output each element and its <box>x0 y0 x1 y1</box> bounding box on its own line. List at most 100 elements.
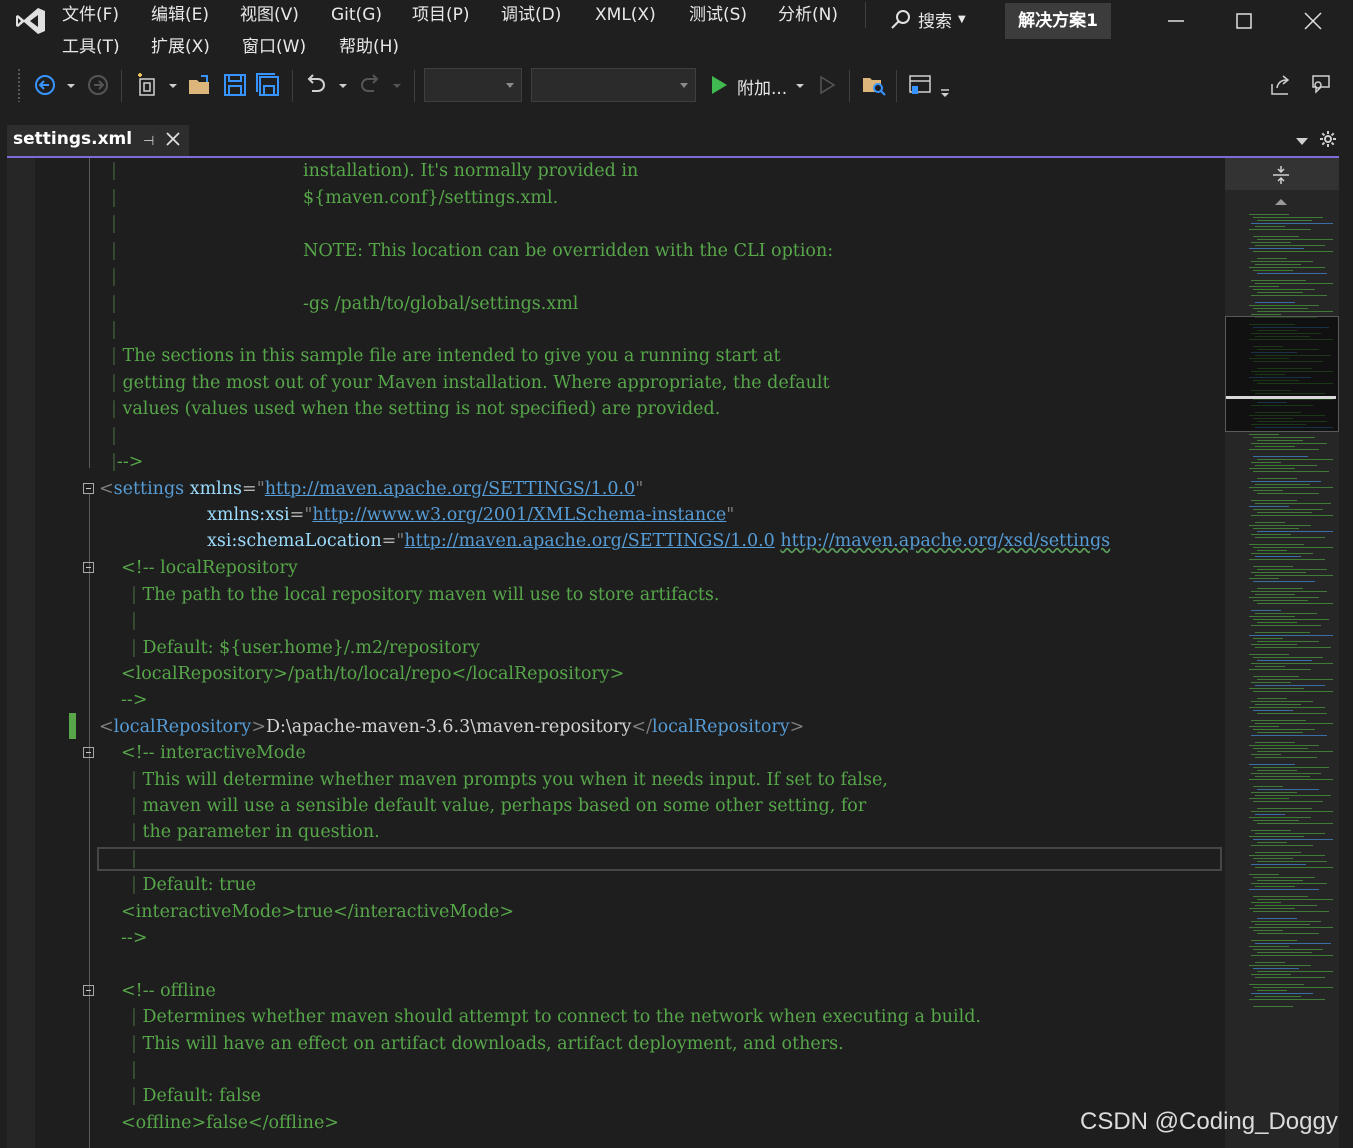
minimap-line <box>1257 842 1287 843</box>
code-editor[interactable]: | installation). It's normally provided … <box>7 158 1225 1148</box>
new-project-dropdown-icon[interactable] <box>166 70 180 100</box>
live-share-icon[interactable] <box>1268 70 1294 100</box>
change-marker <box>69 713 76 739</box>
tab-list-dropdown-icon[interactable] <box>1296 138 1308 145</box>
save-all-icon[interactable] <box>255 70 281 100</box>
code-line: | <box>111 158 117 184</box>
xml-attribute-value-link[interactable]: http://maven.apache.org/SETTINGS/1.0.0 <box>404 531 774 551</box>
maximize-icon[interactable] <box>1224 4 1264 38</box>
tab-settings-xml[interactable]: settings.xml ⊣ <box>7 125 189 156</box>
toolbar-overflow-icon[interactable] <box>938 70 952 100</box>
minimap-line <box>1255 996 1301 997</box>
undo-icon[interactable] <box>303 70 329 100</box>
window-layout-icon[interactable] <box>907 70 933 100</box>
minimap-line <box>1251 481 1321 482</box>
minimap-line <box>1251 940 1297 941</box>
minimap-line <box>1253 676 1299 677</box>
comment-text: installation). It's normally provided in <box>303 161 639 181</box>
xml-text-value: D:\apache-maven-3.6.3\maven-repository <box>265 717 632 737</box>
fold-toggle-offline[interactable] <box>83 985 94 996</box>
menu-edit[interactable]: 编辑(E) <box>151 2 240 28</box>
fold-toggle-local-repository[interactable] <box>83 562 94 573</box>
scroll-up-icon[interactable] <box>1272 196 1290 208</box>
open-file-icon[interactable] <box>187 70 213 100</box>
redo-icon[interactable] <box>357 70 383 100</box>
minimap-line <box>1253 217 1323 218</box>
undo-dropdown-icon[interactable] <box>336 70 350 100</box>
minimap-viewport[interactable] <box>1225 316 1339 432</box>
xml-attribute-value-link[interactable]: http://maven.apache.org/SETTINGS/1.0.0 <box>265 479 635 499</box>
fold-toggle-settings[interactable] <box>83 483 94 494</box>
menu-view[interactable]: 视图(V) <box>240 2 331 28</box>
menu-tools[interactable]: 工具(T) <box>62 34 151 60</box>
start-without-debugging-icon[interactable] <box>816 70 838 100</box>
menu-help[interactable]: 帮助(H) <box>339 34 428 60</box>
attach-run-label[interactable]: 附加... <box>737 74 787 99</box>
new-project-icon[interactable] <box>135 70 161 100</box>
menu-test[interactable]: 测试(S) <box>689 2 778 28</box>
navigate-back-icon[interactable] <box>33 70 57 100</box>
fold-toggle-interactive-mode[interactable] <box>83 747 94 758</box>
start-run-icon[interactable] <box>708 70 730 100</box>
solution-name-badge[interactable]: 解决方案1 <box>1005 3 1111 39</box>
close-tab-icon[interactable] <box>165 131 181 147</box>
search-box[interactable]: 搜索 ▼ <box>890 6 966 32</box>
minimap-line <box>1253 471 1329 472</box>
comment-text: NOTE: This location can be overridden wi… <box>303 241 834 261</box>
minimap-line <box>1255 685 1325 686</box>
pin-tab-icon[interactable]: ⊣ <box>143 134 154 149</box>
feedback-icon[interactable] <box>1307 70 1333 100</box>
search-dropdown-icon[interactable]: ▼ <box>958 14 966 25</box>
code-line: |--> <box>111 449 143 475</box>
toolbar-grip[interactable] <box>17 68 21 102</box>
menu-file[interactable]: 文件(F) <box>62 2 151 28</box>
close-window-icon[interactable] <box>1293 4 1333 38</box>
platform-combo[interactable] <box>531 68 696 102</box>
comment-guide: | <box>111 214 117 234</box>
minimap-line <box>1253 877 1315 878</box>
minimap-line <box>1249 874 1279 875</box>
xml-attribute-value-link[interactable]: http://www.w3.org/2001/XMLSchema-instanc… <box>312 505 726 525</box>
minimap-line <box>1257 493 1319 494</box>
menu-window[interactable]: 窗口(W) <box>242 34 339 60</box>
minimap-line <box>1251 314 1281 315</box>
menu-debug[interactable]: 调试(D) <box>501 2 595 28</box>
minimap-line <box>1253 801 1323 802</box>
minimap-line <box>1257 569 1327 570</box>
save-icon[interactable] <box>222 70 248 100</box>
configuration-combo[interactable] <box>424 68 522 102</box>
minimap-line <box>1257 732 1303 733</box>
xml-attribute-value-link[interactable]: http://maven.apache.org/xsd/settings <box>780 531 1110 551</box>
find-in-files-icon[interactable] <box>861 70 887 100</box>
menu-row-secondary: 工具(T) 扩展(X) 窗口(W) 帮助(H) <box>62 34 428 60</box>
navigate-back-dropdown-icon[interactable] <box>64 70 78 100</box>
minimap-line <box>1251 955 1333 956</box>
minimap-line <box>1253 236 1299 237</box>
minimap-line <box>1257 971 1333 972</box>
navigate-forward-icon[interactable] <box>86 70 110 100</box>
minimize-icon[interactable] <box>1156 4 1196 38</box>
menu-xml[interactable]: XML(X) <box>595 2 689 28</box>
minimap-line <box>1257 990 1287 991</box>
code-line: -gs /path/to/global/settings.xml <box>303 291 578 317</box>
menu-project[interactable]: 项目(P) <box>412 2 501 28</box>
menu-git[interactable]: Git(G) <box>331 2 412 28</box>
xml-attribute: xmlns:xsi <box>207 505 290 525</box>
minimap-line <box>1253 566 1293 567</box>
run-target-dropdown-icon[interactable] <box>793 70 807 100</box>
menu-analyze[interactable]: 分析(N) <box>778 2 865 28</box>
code-line: xsi:schemaLocation="http://maven.apache.… <box>207 531 1111 551</box>
split-editor-handle[interactable] <box>1225 158 1339 190</box>
gear-icon[interactable] <box>1319 130 1337 148</box>
minimap-scrollbar[interactable] <box>1225 158 1339 1148</box>
redo-dropdown-icon[interactable] <box>390 70 404 100</box>
minimap-line <box>1249 707 1325 708</box>
minimap-line <box>1257 861 1327 862</box>
comment-guide: | <box>111 188 117 208</box>
code-line: | <box>111 238 117 264</box>
minimap-line <box>1257 751 1333 752</box>
watermark: CSDN @Coding_Doggy <box>1080 1108 1338 1135</box>
search-label: 搜索 <box>918 11 952 32</box>
minimap-line <box>1253 547 1333 548</box>
menu-extensions[interactable]: 扩展(X) <box>151 34 242 60</box>
